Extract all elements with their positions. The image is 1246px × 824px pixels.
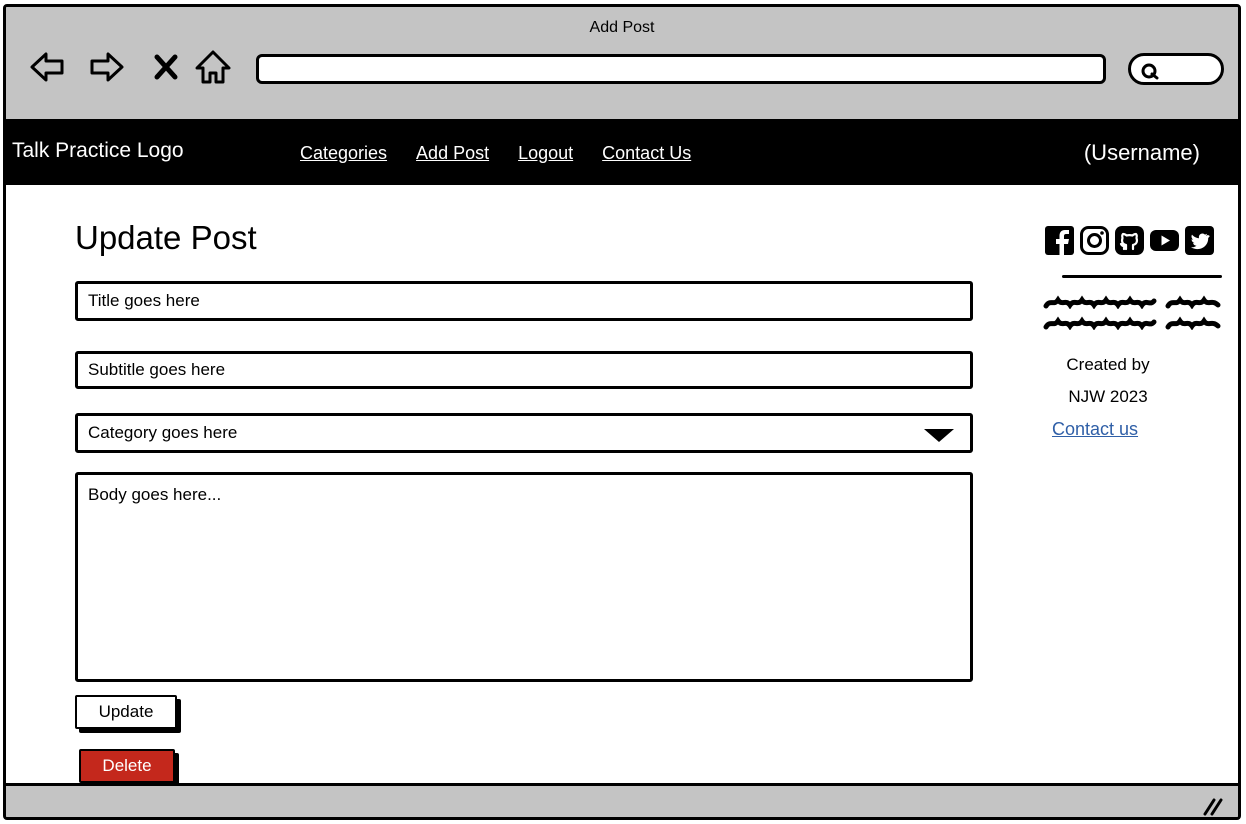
delete-button[interactable]: Delete [79, 749, 175, 783]
home-icon[interactable] [193, 47, 233, 87]
contact-us-link[interactable]: Contact us [1052, 419, 1138, 440]
back-arrow-icon[interactable] [28, 47, 68, 87]
placeholder-text-scribble [1043, 295, 1221, 309]
browser-search-field[interactable] [1128, 53, 1224, 85]
nav-link-add-post[interactable]: Add Post [416, 143, 489, 164]
category-select-value: Category goes here [88, 423, 238, 442]
nav-link-contact-us[interactable]: Contact Us [602, 143, 691, 164]
nav-link-categories[interactable]: Categories [300, 143, 387, 164]
update-button[interactable]: Update [75, 695, 177, 729]
window-title: Add Post [589, 19, 655, 36]
nav-links: Categories Add Post Logout Contact Us [300, 143, 691, 164]
main-content: Update Post Title goes here Subtitle goe… [6, 185, 1238, 783]
username-label[interactable]: (Username) [1084, 140, 1200, 166]
body-textarea[interactable]: Body goes here... [75, 472, 973, 682]
credit-line-2: NJW 2023 [1068, 387, 1148, 406]
address-bar[interactable] [256, 54, 1106, 84]
browser-window: Add Post Talk Practice Logo Categories A… [3, 4, 1241, 820]
resize-grip-icon[interactable] [1202, 796, 1224, 816]
placeholder-text-scribble [1043, 316, 1221, 330]
social-icons [1044, 225, 1215, 256]
youtube-icon[interactable] [1149, 225, 1180, 256]
forward-arrow-icon[interactable] [86, 47, 126, 87]
title-input[interactable]: Title goes here [75, 281, 973, 321]
browser-chrome: Add Post [6, 7, 1238, 119]
site-navbar: Talk Practice Logo Categories Add Post L… [6, 119, 1238, 185]
github-icon[interactable] [1114, 225, 1145, 256]
subtitle-input[interactable]: Subtitle goes here [75, 351, 973, 389]
close-x-icon[interactable] [146, 47, 186, 87]
site-logo[interactable]: Talk Practice Logo [12, 139, 184, 163]
chevron-down-icon [924, 429, 954, 442]
status-bar [6, 783, 1238, 817]
facebook-icon[interactable] [1044, 225, 1075, 256]
nav-link-logout[interactable]: Logout [518, 143, 573, 164]
category-select[interactable]: Category goes here [75, 413, 973, 453]
instagram-icon[interactable] [1079, 225, 1110, 256]
sidebar-divider [1062, 275, 1222, 278]
search-icon [1141, 63, 1159, 80]
credit-line-1: Created by [1066, 355, 1150, 374]
twitter-icon[interactable] [1184, 225, 1215, 256]
page-title: Update Post [75, 219, 257, 256]
